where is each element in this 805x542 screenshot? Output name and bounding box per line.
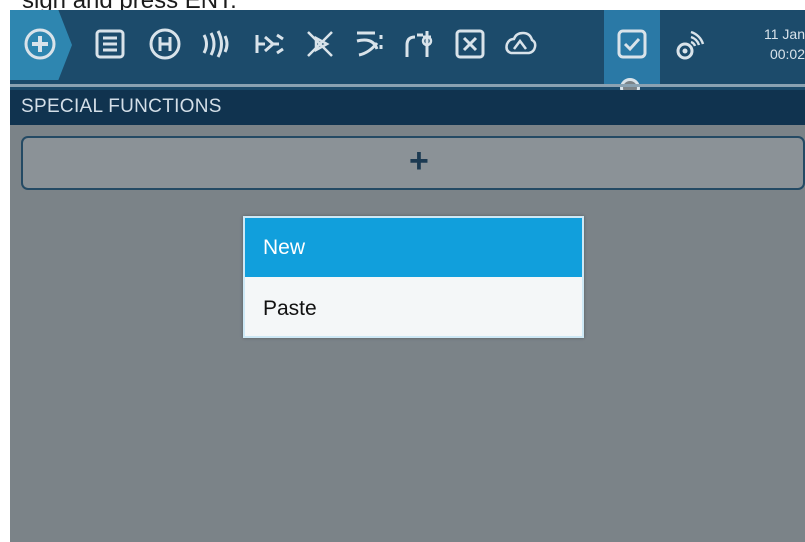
variable-icon[interactable] [450,22,490,66]
add-model-icon[interactable] [20,22,60,66]
context-menu: New Paste [243,216,584,338]
page-title: SPECIAL FUNCTIONS [21,96,222,117]
menu-item-paste[interactable]: Paste [245,279,582,338]
page-header: SPECIAL FUNCTIONS [10,90,805,125]
plus-icon: + [409,142,429,180]
add-function-button[interactable]: + [21,136,805,190]
telemetry-icon[interactable] [500,22,540,66]
mixer-icon[interactable] [250,22,290,66]
curves-icon[interactable] [350,22,390,66]
menu-item-new[interactable]: New [245,218,582,277]
radio-screen: 11 Jan 00:02 SPECIAL FUNCTIONS + New Pas… [10,10,805,542]
date-text: 11 Jan [764,26,805,42]
helicopter-icon[interactable] [145,22,185,66]
special-functions-icon[interactable] [612,22,652,66]
time-text: 00:02 [769,46,805,62]
toolbar-divider [10,84,805,87]
top-toolbar: 11 Jan 00:02 [10,10,805,98]
date-time: 11 Jan 00:02 [737,24,805,64]
radio-setup-icon[interactable] [670,22,710,66]
sound-icon[interactable] [195,22,235,66]
logic-switch-icon[interactable] [400,22,440,66]
servo-icon[interactable] [300,22,340,66]
menu-list-icon[interactable] [90,22,130,66]
